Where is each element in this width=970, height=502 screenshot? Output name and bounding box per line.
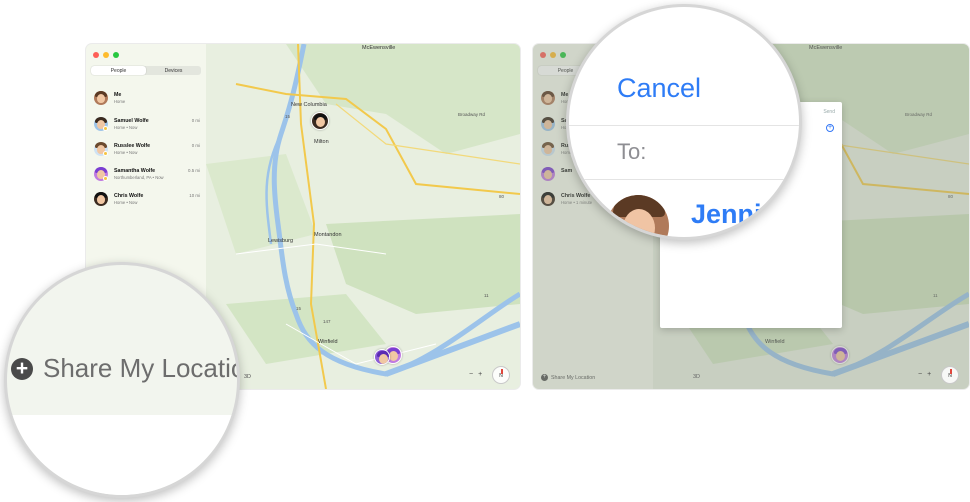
plus-icon: +: [11, 357, 33, 380]
person-name: Me: [114, 92, 122, 98]
zoom-controls: − +: [469, 371, 482, 378]
close-window-button[interactable]: [93, 52, 99, 58]
person-name: Samuel Wolfe: [114, 118, 149, 124]
window-controls: [93, 52, 119, 58]
person-row-russlee[interactable]: Russlee Wolfe Home • Now 0 mi: [94, 140, 200, 160]
home-badge-icon: [103, 126, 108, 131]
contact-avatar[interactable]: [607, 195, 669, 237]
person-distance: 10 mi: [189, 193, 200, 198]
person-row-samuel[interactable]: Samuel Wolfe Home • Now 0 mi: [94, 115, 200, 135]
zoom-in-button[interactable]: +: [478, 371, 482, 378]
zoom-in-button[interactable]: +: [927, 371, 931, 378]
zoom-out-button[interactable]: −: [918, 371, 922, 378]
zoom-out-button[interactable]: −: [469, 371, 473, 378]
cancel-button[interactable]: Cancel: [617, 73, 701, 104]
map-label-mcewensville: McEwensville: [362, 45, 396, 51]
magnifier-share-my-location: + Share My Locatio: [4, 262, 240, 498]
route-shield-80: 80: [499, 194, 505, 199]
avatar: [94, 91, 108, 105]
person-distance: 0.5 mi: [188, 168, 200, 173]
person-row-chris[interactable]: Chris Wolfe Home • Now 10 mi: [94, 190, 200, 210]
zoom-window-button[interactable]: [113, 52, 119, 58]
compass-icon[interactable]: N: [941, 366, 959, 384]
share-my-location-button[interactable]: + Share My Locatio: [11, 353, 240, 384]
person-name: Russlee Wolfe: [114, 143, 151, 149]
people-devices-segmented-control: People Devices: [91, 66, 201, 75]
add-recipient-icon[interactable]: +: [826, 124, 834, 132]
person-status: Home • Now: [114, 200, 138, 205]
view-3d-button[interactable]: 3D: [244, 374, 251, 380]
contact-name[interactable]: Jennif: [691, 199, 771, 230]
compass-icon[interactable]: N: [492, 366, 510, 384]
person-name: Samantha Wolfe: [114, 168, 156, 174]
tab-devices[interactable]: Devices: [146, 66, 201, 75]
zoom-controls: − +: [918, 371, 931, 378]
sidebar-footer-area: [7, 415, 237, 495]
route-shield-15b: 15: [296, 306, 302, 311]
map-label-new-columbia: New Columbia: [291, 102, 327, 108]
map-pin-chris[interactable]: [311, 112, 329, 130]
route-shield-11: 11: [484, 293, 489, 298]
route-shield-15: 15: [285, 114, 291, 119]
map-label-lewisburg: Lewisburg: [268, 238, 294, 244]
divider: [569, 125, 799, 126]
person-status: Home: [114, 99, 126, 104]
person-distance: 0 mi: [191, 118, 200, 123]
home-badge-icon: [103, 151, 108, 156]
share-my-location-label: Share My Locatio: [43, 353, 240, 383]
map-label-broadway-rd: Broadway Rd: [458, 112, 486, 117]
person-distance: 0 mi: [191, 143, 200, 148]
home-badge-icon: [103, 176, 108, 181]
person-row-samantha[interactable]: Samantha Wolfe Northumberland, PA • Now …: [94, 165, 200, 185]
map-label-milton: Milton: [314, 139, 329, 145]
map-label-montandon: Montandon: [314, 232, 342, 238]
minimize-window-button[interactable]: [103, 52, 109, 58]
map-pin-group[interactable]: [374, 349, 390, 365]
avatar: [94, 192, 108, 206]
magnifier-share-sheet: Cancel To: Jennif: [566, 4, 802, 240]
tab-people[interactable]: People: [91, 66, 146, 75]
person-status: Northumberland, PA • Now: [114, 175, 164, 180]
view-3d-button[interactable]: 3D: [693, 374, 700, 380]
map-label-winfield: Winfield: [318, 339, 338, 345]
divider: [569, 179, 799, 180]
to-field-label: To:: [617, 139, 647, 164]
send-button[interactable]: Send: [823, 109, 835, 115]
person-name: Chris Wolfe: [114, 193, 144, 199]
person-row-me[interactable]: Me Home: [94, 89, 200, 109]
person-status: Home • Now: [114, 150, 138, 155]
route-shield-147: 147: [323, 319, 331, 324]
person-status: Home • Now: [114, 125, 138, 130]
